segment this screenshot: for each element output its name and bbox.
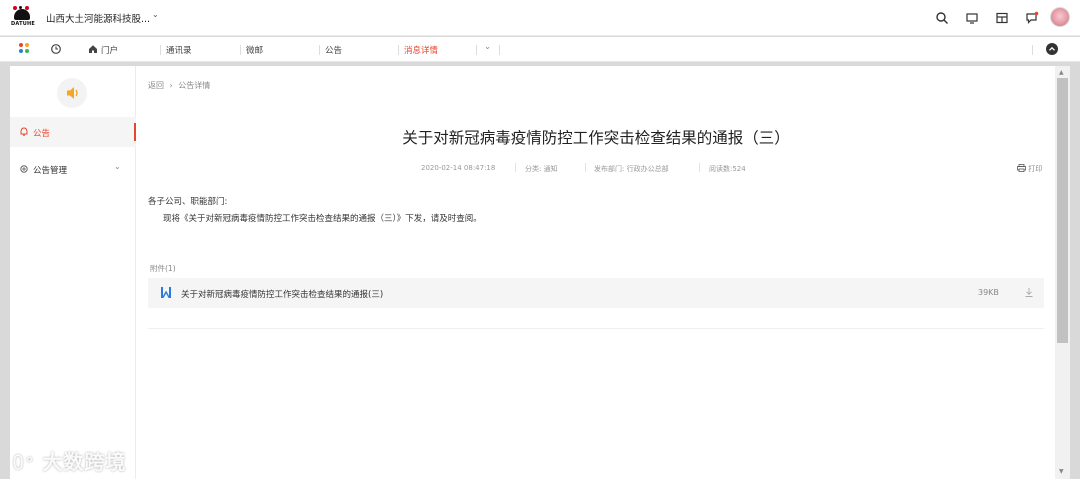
logo-text: DATUHE: [11, 21, 35, 27]
tab-divider: [240, 45, 241, 55]
history-icon[interactable]: [50, 43, 62, 55]
word-document-icon: [161, 287, 171, 298]
chevron-down-icon[interactable]: ⌄: [152, 10, 159, 19]
tab-divider: [1032, 45, 1033, 55]
attachment-name[interactable]: 关于对新冠病毒疫情防控工作突击检查结果的通报(三): [181, 288, 383, 300]
brand-logo-icon: ꄲ°: [12, 454, 35, 473]
tab-divider: [319, 45, 320, 55]
breadcrumb: 返回 › 公告详情: [148, 80, 210, 91]
speaker-icon: [57, 78, 87, 108]
company-logo[interactable]: DATUHE: [10, 6, 36, 30]
tab-divider: [398, 45, 399, 55]
sidebar-item-label: 公告管理: [33, 166, 68, 176]
article-department: 发布部门: 行政办公总部: [594, 165, 669, 173]
collapse-up-icon[interactable]: [1046, 43, 1058, 55]
tab-divider: [476, 45, 477, 55]
tab-contacts[interactable]: 通讯录: [166, 44, 192, 56]
meta-divider: [699, 163, 700, 172]
layout-icon[interactable]: [995, 11, 1009, 25]
apps-icon[interactable]: [19, 43, 31, 55]
monitor-icon[interactable]: [965, 11, 979, 25]
print-label: 打印: [1028, 165, 1043, 173]
back-link[interactable]: 返回: [148, 81, 164, 90]
company-name[interactable]: 山西大土河能源科技股...: [46, 11, 150, 25]
avatar[interactable]: [1050, 7, 1070, 27]
sidebar-item-announcement-management[interactable]: 公告管理 ⌄: [10, 154, 136, 184]
tab-bar: 门户 通讯录 微邮 公告 消息详情 ⌄: [0, 37, 1080, 62]
home-icon: [89, 45, 97, 53]
breadcrumb-current: 公告详情: [178, 81, 211, 90]
article-views: 阅读数:524: [709, 165, 746, 173]
gear-icon: [20, 165, 28, 173]
article-greeting: 各子公司、职能部门:: [148, 197, 228, 207]
scrollbar-thumb[interactable]: [1057, 78, 1068, 343]
sidebar-item-announcements[interactable]: 公告: [10, 117, 136, 147]
top-header: DATUHE 山西大土河能源科技股... ⌄: [0, 0, 1080, 36]
tab-chevron-down-icon[interactable]: ⌄: [484, 42, 491, 52]
content-frame: 公告 公告管理 ⌄ 返回 › 公告详情 关于对新冠病毒疫情防控工作突击检查结果的…: [10, 66, 1055, 479]
scroll-up-icon[interactable]: ▲: [1059, 69, 1064, 76]
tab-portal[interactable]: 门户: [101, 44, 118, 56]
chevron-down-icon[interactable]: ⌄: [114, 162, 121, 171]
search-icon[interactable]: [935, 11, 949, 25]
tab-mail[interactable]: 微邮: [246, 44, 263, 56]
tab-divider: [499, 45, 500, 55]
vertical-scrollbar[interactable]: ▲ ▼: [1055, 66, 1070, 479]
tab-announcements[interactable]: 公告: [325, 44, 342, 56]
message-icon[interactable]: [1025, 11, 1039, 25]
download-icon[interactable]: [1024, 287, 1034, 298]
attachment-item[interactable]: 关于对新冠病毒疫情防控工作突击检查结果的通报(三) 39KB: [148, 278, 1044, 308]
tab-divider: [160, 45, 161, 55]
article-title: 关于对新冠病毒疫情防控工作突击检查结果的通报（三）: [402, 129, 790, 147]
article-body: 现将《关于对新冠病毒疫情防控工作突击检查结果的通报（三）》下发，请及时查阅。: [163, 214, 482, 224]
printer-icon: [1017, 164, 1026, 172]
attachments-label: 附件(1): [150, 264, 176, 273]
meta-divider: [585, 163, 586, 172]
article-category: 分类: 通知: [525, 165, 558, 173]
main-content: 返回 › 公告详情 关于对新冠病毒疫情防控工作突击检查结果的通报（三） 2020…: [137, 66, 1055, 479]
meta-divider: [515, 163, 516, 172]
bell-icon: [20, 127, 28, 136]
brand-watermark-text: 大数跨境: [42, 450, 127, 474]
brand-watermark: ꄲ° 大数跨境: [12, 446, 126, 475]
article-date: 2020-02-14 08:47:18: [421, 164, 496, 172]
print-button[interactable]: 打印: [1017, 164, 1042, 174]
scroll-down-icon[interactable]: ▼: [1059, 468, 1064, 475]
sidebar: 公告 公告管理 ⌄: [10, 66, 136, 479]
attachment-size: 39KB: [978, 288, 999, 297]
tab-message-detail[interactable]: 消息详情: [404, 44, 438, 56]
breadcrumb-separator-icon: ›: [169, 81, 173, 90]
sidebar-item-label: 公告: [33, 129, 51, 139]
content-divider: [148, 328, 1044, 329]
